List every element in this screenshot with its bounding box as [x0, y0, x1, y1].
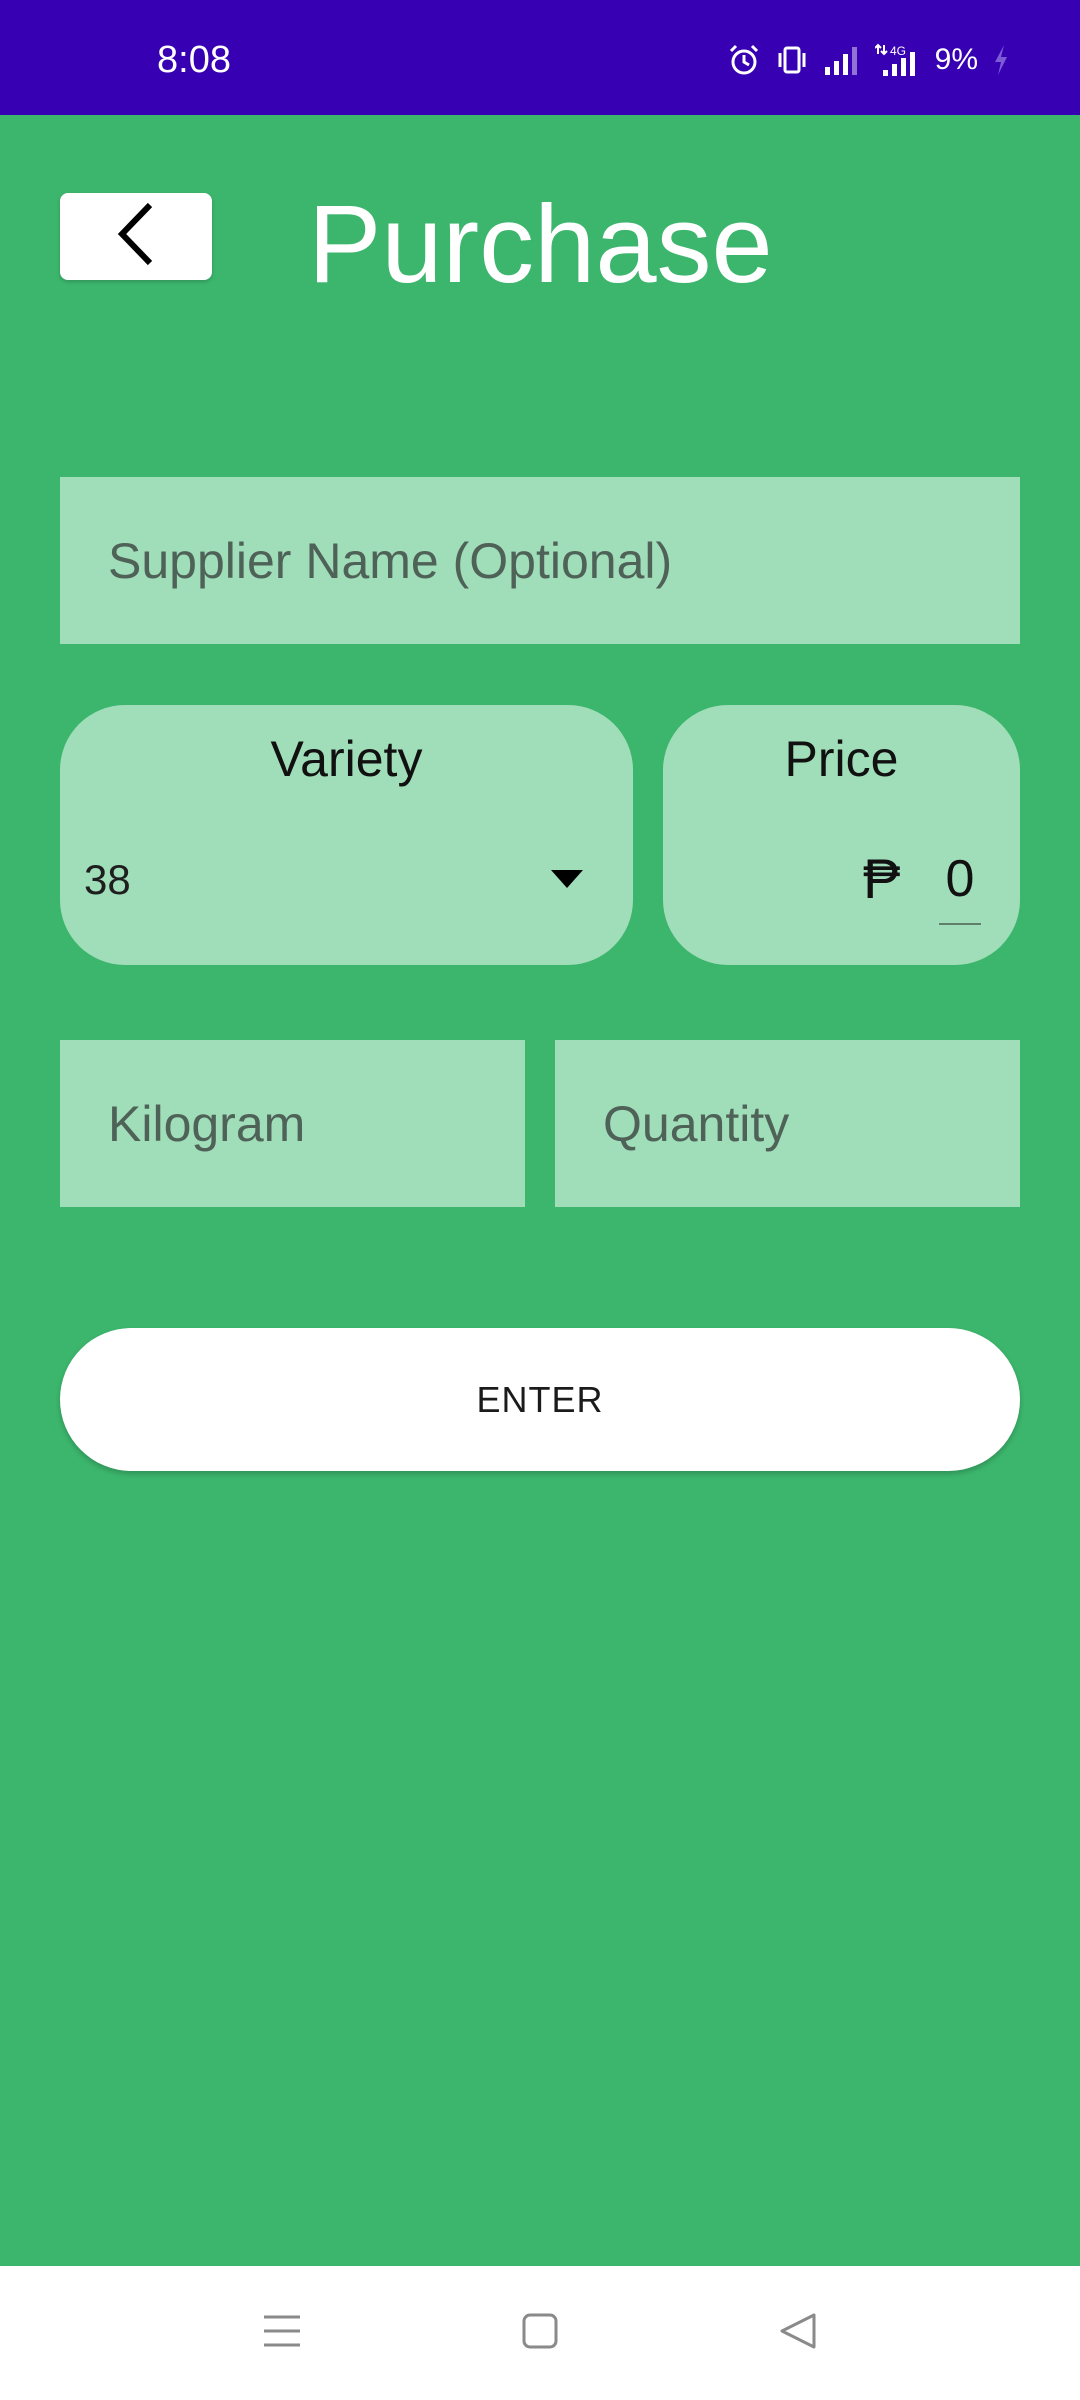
variety-dropdown[interactable]: 38	[84, 845, 583, 915]
price-card: Price ₱ 0	[663, 705, 1020, 965]
vibrate-icon	[775, 43, 809, 77]
home-icon	[520, 2311, 560, 2356]
page-title: Purchase	[308, 183, 773, 306]
status-time: 8:08	[157, 39, 231, 81]
supplier-name-input[interactable]: Supplier Name (Optional)	[60, 477, 1020, 644]
quantity-placeholder: Quantity	[603, 1095, 790, 1152]
variety-card: Variety 38	[60, 705, 633, 965]
price-value: 0	[945, 850, 975, 908]
supplier-name-placeholder: Supplier Name (Optional)	[108, 532, 673, 589]
kilogram-input[interactable]: Kilogram	[60, 1040, 525, 1207]
kilogram-placeholder: Kilogram	[108, 1095, 306, 1152]
variety-label: Variety	[270, 731, 423, 787]
variety-selected-value: 38	[84, 856, 131, 903]
back-icon	[778, 2311, 818, 2356]
status-icons: 4G 9%	[727, 40, 1010, 80]
price-underline	[939, 923, 981, 925]
navigation-bar	[0, 2266, 1080, 2400]
signal-icon	[823, 43, 861, 77]
network-type-label: 4G	[890, 44, 906, 58]
battery-level: 9%	[934, 43, 978, 76]
nav-home-button[interactable]	[480, 2266, 600, 2400]
quantity-input[interactable]: Quantity	[555, 1040, 1020, 1207]
data-signal-icon: 4G	[874, 42, 921, 78]
status-bar: 8:08 4G 9%	[0, 0, 1080, 115]
menu-icon	[262, 2311, 302, 2356]
dropdown-arrow-icon	[551, 870, 583, 893]
nav-back-button[interactable]	[738, 2266, 858, 2400]
nav-menu-button[interactable]	[222, 2266, 342, 2400]
chevron-left-icon	[114, 201, 158, 272]
charging-icon	[992, 43, 1010, 77]
alarm-icon	[727, 43, 761, 77]
back-button[interactable]	[60, 193, 212, 280]
price-input[interactable]: 0	[925, 843, 995, 938]
price-label: Price	[784, 731, 899, 787]
enter-button[interactable]: ENTER	[60, 1328, 1020, 1471]
peso-sign: ₱	[863, 847, 901, 910]
